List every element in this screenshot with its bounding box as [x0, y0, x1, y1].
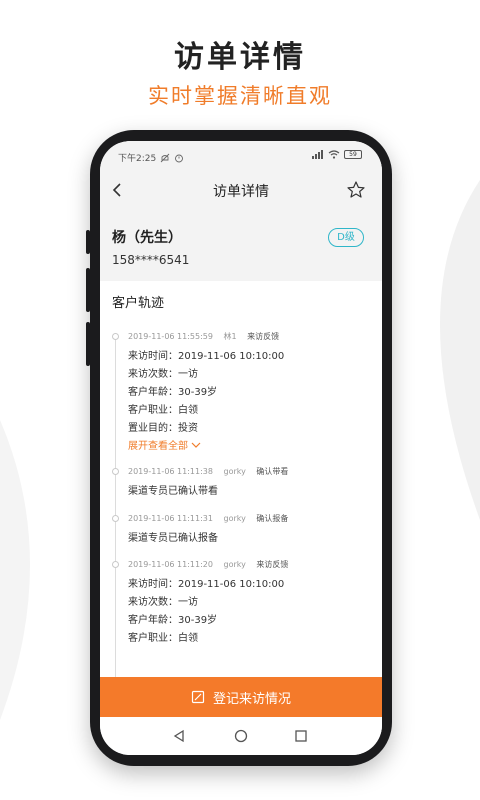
timeline-detail: 置业目的：投资	[128, 423, 198, 434]
mute-icon	[160, 153, 170, 162]
status-time: 下午2:25	[118, 154, 157, 164]
timeline-dot	[112, 468, 119, 475]
timeline-dot	[112, 561, 119, 568]
timeline-detail: 客户职业：白领	[128, 405, 198, 416]
timeline-detail: 来访时间：2019-11-06 10:10:00	[128, 351, 285, 362]
timeline-user: gorky	[223, 467, 246, 476]
register-visit-label: 登记来访情况	[212, 691, 291, 707]
timeline-meta: 2019-11-06 11:11:31 gorky 确认报备	[128, 513, 296, 524]
timeline-detail: 渠道专员已确认带看	[128, 486, 218, 497]
phone-side-button	[86, 268, 90, 312]
phone-side-button	[86, 322, 90, 366]
phone-side-button	[86, 230, 90, 254]
timeline-detail: 来访时间：2019-11-06 10:10:00	[128, 579, 285, 590]
timeline-dot	[112, 515, 119, 522]
hero-subtitle: 实时掌握清晰直观	[148, 84, 332, 108]
nav-bar: 访单详情	[100, 171, 382, 209]
hero-title: 访单详情	[174, 40, 306, 75]
chevron-down-icon	[191, 442, 201, 448]
customer-card: 杨（先生） 158****6541 D级	[100, 209, 382, 281]
phone-screen: 下午2:25 59 访单详情 杨（先生） 158****6541 D级 客户轨迹…	[100, 141, 382, 755]
timeline-meta: 2019-11-06 11:55:59 林1 来访反馈	[128, 331, 287, 342]
section-title: 客户轨迹	[112, 296, 165, 311]
timeline-detail: 渠道专员已确认报备	[128, 533, 218, 544]
status-bar: 下午2:25 59	[100, 141, 382, 171]
signal-icon	[312, 150, 323, 159]
timeline-detail: 客户年龄：30-39岁	[128, 387, 218, 398]
wifi-icon	[328, 150, 340, 159]
customer-phone: 158****6541	[112, 253, 190, 267]
nav-back-triangle-icon[interactable]	[172, 729, 186, 743]
timeline-detail: 客户职业：白领	[128, 633, 198, 644]
timeline-meta: 2019-11-06 11:11:20 gorky 来访反馈	[128, 559, 296, 570]
battery-icon: 59	[344, 150, 362, 159]
nav-recents-square-icon[interactable]	[294, 729, 308, 743]
timeline-type: 确认带看	[256, 467, 289, 476]
page-title: 访单详情	[213, 184, 269, 200]
timeline-time: 2019-11-06 11:11:38	[128, 467, 213, 476]
timeline-user: 林1	[223, 332, 237, 341]
expand-all-label: 展开查看全部	[128, 441, 188, 452]
customer-name: 杨（先生）	[112, 230, 182, 246]
timeline-time: 2019-11-06 11:11:20	[128, 560, 213, 569]
customer-level-badge: D级	[328, 228, 364, 247]
edit-note-icon	[191, 690, 205, 704]
timeline-user: gorky	[223, 514, 246, 523]
timeline-detail: 来访次数：一访	[128, 369, 198, 380]
timeline-type: 来访反馈	[247, 332, 280, 341]
timeline-dot	[112, 333, 119, 340]
timeline-time: 2019-11-06 11:55:59	[128, 332, 213, 341]
timeline-time: 2019-11-06 11:11:31	[128, 514, 213, 523]
register-visit-button[interactable]: 登记来访情况	[100, 677, 382, 717]
timeline-meta: 2019-11-06 11:11:38 gorky 确认带看	[128, 466, 296, 477]
timeline-line	[115, 335, 116, 685]
expand-all-link[interactable]: 展开查看全部	[128, 437, 201, 452]
timeline-type: 来访反馈	[256, 560, 289, 569]
nav-home-circle-icon[interactable]	[234, 729, 248, 743]
timeline-user: gorky	[223, 560, 246, 569]
star-icon[interactable]	[346, 180, 366, 200]
timeline-detail: 客户年龄：30-39岁	[128, 615, 218, 626]
timeline-type: 确认报备	[256, 514, 289, 523]
timeline-detail: 来访次数：一访	[128, 597, 198, 608]
system-nav-bar	[100, 717, 382, 755]
alarm-icon	[175, 154, 184, 162]
